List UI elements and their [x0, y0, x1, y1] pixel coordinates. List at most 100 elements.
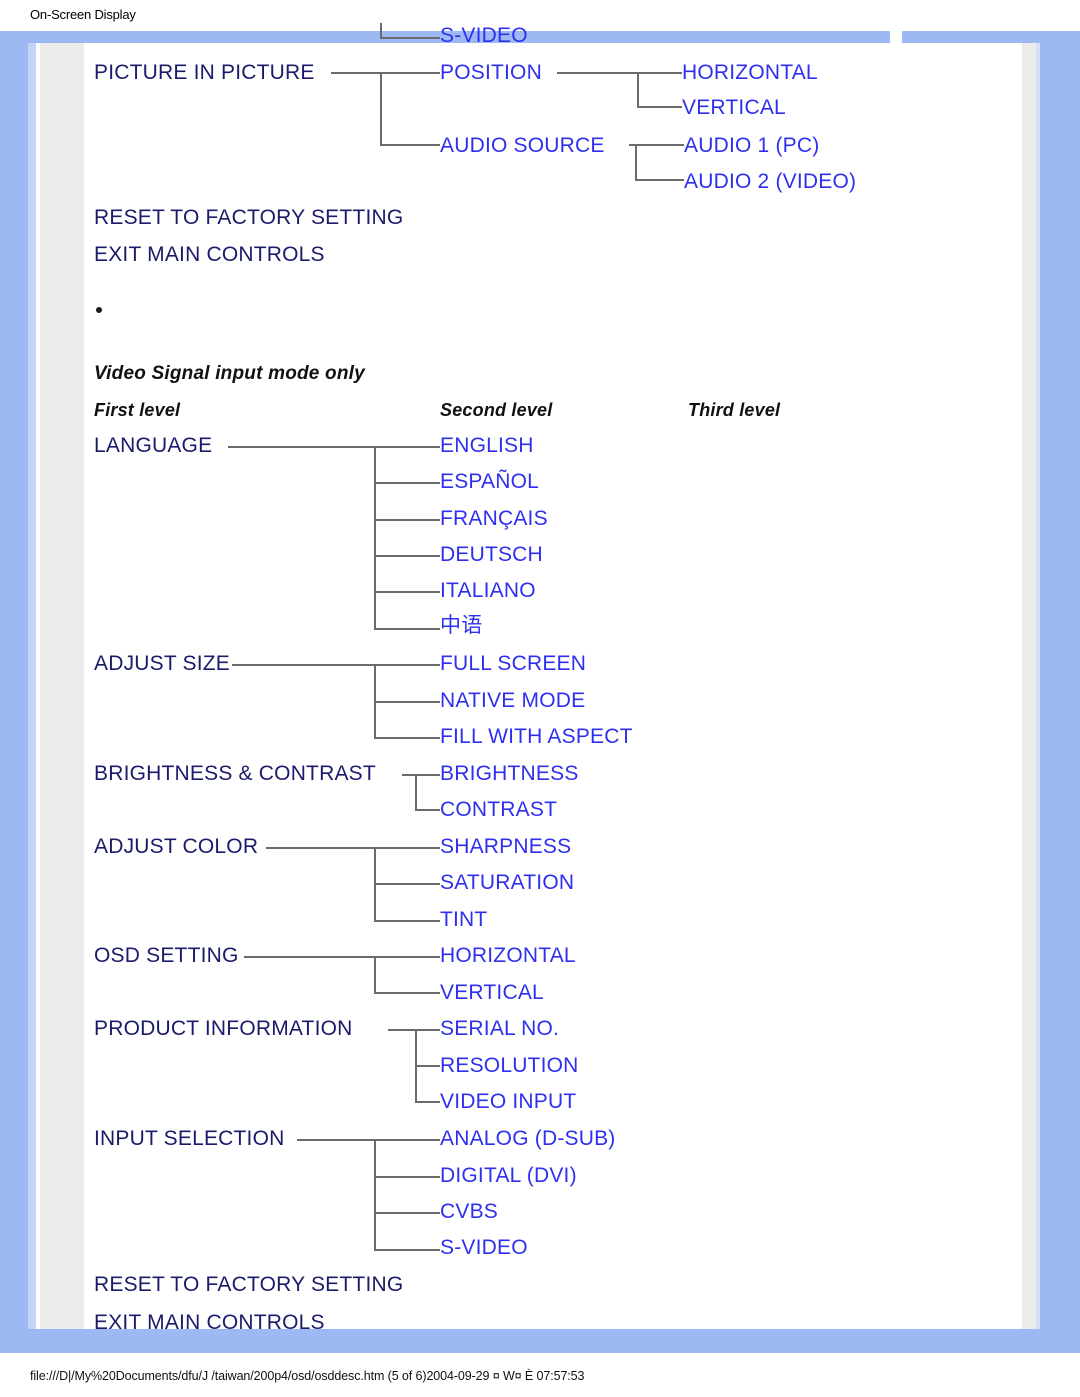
connector-language-francais	[374, 519, 440, 521]
node-fill-with-aspect[interactable]: FILL WITH ASPECT	[440, 726, 633, 747]
connector-language-chinese	[374, 628, 440, 630]
node-s-video-orphan[interactable]: S-VIDEO	[440, 25, 528, 46]
node-francais[interactable]: FRANÇAIS	[440, 508, 548, 529]
connector-language-italiano	[374, 591, 440, 593]
node-digital-dvi[interactable]: DIGITAL (DVI)	[440, 1165, 577, 1186]
node-osd-vertical[interactable]: VERTICAL	[440, 982, 544, 1003]
connector-adjust-size-stem	[232, 664, 374, 666]
node-reset-to-factory-setting-top[interactable]: RESET TO FACTORY SETTING	[94, 207, 403, 228]
node-full-screen[interactable]: FULL SCREEN	[440, 653, 586, 674]
frame-right-highlight	[1036, 43, 1040, 1329]
frame-left-gutter	[40, 43, 84, 1329]
connector-audio-source-stem	[629, 144, 684, 146]
page-title: On-Screen Display	[30, 7, 136, 22]
node-brightness[interactable]: BRIGHTNESS	[440, 763, 579, 784]
node-audio-2-video[interactable]: AUDIO 2 (VIDEO)	[684, 171, 856, 192]
connector-product-info-stem	[388, 1029, 440, 1031]
connector-osd-setting-vertical	[374, 956, 376, 992]
column-header-third-level: Third level	[688, 400, 781, 420]
connector-resolution	[415, 1065, 440, 1067]
column-header-second-level: Second level	[440, 400, 553, 420]
connector-full-screen	[374, 664, 440, 666]
connector-horizontal-pip	[637, 72, 682, 74]
node-brightness-and-contrast[interactable]: BRIGHTNESS & CONTRAST	[94, 763, 376, 784]
connector-position	[380, 72, 440, 74]
osd-menu-diagram: S-VIDEO PICTURE IN PICTURE POSITION HORI…	[84, 23, 1018, 1333]
node-video-input[interactable]: VIDEO INPUT	[440, 1091, 576, 1112]
connector-contrast	[415, 809, 440, 811]
connector-analog-dsub	[374, 1139, 440, 1141]
frame-left-border	[0, 31, 28, 1341]
connector-horizontal-svideo	[380, 37, 440, 39]
node-exit-main-controls-top[interactable]: EXIT MAIN CONTROLS	[94, 244, 325, 265]
node-deutsch[interactable]: DEUTSCH	[440, 544, 543, 565]
connector-s-video	[374, 1249, 440, 1251]
connector-sharpness	[374, 847, 440, 849]
connector-audio-vertical	[635, 144, 637, 180]
node-chinese[interactable]: 中语	[440, 615, 482, 636]
node-s-video[interactable]: S-VIDEO	[440, 1237, 528, 1258]
node-saturation[interactable]: SATURATION	[440, 872, 574, 893]
node-position-horizontal[interactable]: HORIZONTAL	[682, 62, 818, 83]
node-espanol[interactable]: ESPAÑOL	[440, 471, 539, 492]
connector-pip-stem	[331, 72, 380, 74]
node-input-selection[interactable]: INPUT SELECTION	[94, 1128, 284, 1149]
connector-saturation	[374, 883, 440, 885]
connector-audio-2	[635, 179, 684, 181]
node-position-vertical[interactable]: VERTICAL	[682, 97, 786, 118]
frame-top-border	[0, 31, 1080, 43]
connector-input-selection-stem	[297, 1139, 374, 1141]
node-osd-setting[interactable]: OSD SETTING	[94, 945, 239, 966]
connector-adjust-color-stem	[266, 847, 374, 849]
bullet-point	[96, 307, 102, 313]
connector-language-english	[374, 446, 440, 448]
connector-brightness-stem	[402, 774, 440, 776]
connector-vertical-svideo	[380, 23, 382, 37]
connector-language-stem	[228, 446, 374, 448]
connector-audio-source	[380, 144, 440, 146]
node-language[interactable]: LANGUAGE	[94, 435, 212, 456]
frame-top-gap	[890, 31, 902, 43]
node-exit-main-controls-bottom[interactable]: EXIT MAIN CONTROLS	[94, 1312, 325, 1333]
node-sharpness[interactable]: SHARPNESS	[440, 836, 571, 857]
node-position[interactable]: POSITION	[440, 62, 542, 83]
connector-position-stem	[557, 72, 639, 74]
node-product-information[interactable]: PRODUCT INFORMATION	[94, 1018, 353, 1039]
node-native-mode[interactable]: NATIVE MODE	[440, 690, 585, 711]
connector-vertical-pip	[637, 106, 682, 108]
connector-pip-vertical	[380, 72, 382, 145]
connector-language-deutsch	[374, 555, 440, 557]
connector-brightness-vertical	[415, 774, 417, 810]
connector-tint	[374, 920, 440, 922]
node-osd-horizontal[interactable]: HORIZONTAL	[440, 945, 576, 966]
connector-cvbs	[374, 1212, 440, 1214]
connector-language-vertical	[374, 446, 376, 628]
node-reset-to-factory-setting-bottom[interactable]: RESET TO FACTORY SETTING	[94, 1274, 403, 1295]
connector-fill-with-aspect	[374, 737, 440, 739]
connector-osd-horizontal	[374, 956, 440, 958]
node-audio-source[interactable]: AUDIO SOURCE	[440, 135, 605, 156]
node-tint[interactable]: TINT	[440, 909, 487, 930]
connector-language-espanol	[374, 482, 440, 484]
footer-path: file:///D|/My%20Documents/dfu/J /taiwan/…	[30, 1369, 585, 1383]
node-resolution[interactable]: RESOLUTION	[440, 1055, 579, 1076]
node-cvbs[interactable]: CVBS	[440, 1201, 498, 1222]
video-section-title: Video Signal input mode only	[94, 363, 365, 384]
node-adjust-size[interactable]: ADJUST SIZE	[94, 653, 230, 674]
connector-osd-vertical-branch	[374, 992, 440, 994]
node-serial-no[interactable]: SERIAL NO.	[440, 1018, 559, 1039]
connector-digital-dvi	[374, 1176, 440, 1178]
node-italiano[interactable]: ITALIANO	[440, 580, 536, 601]
column-header-first-level: First level	[94, 400, 181, 420]
node-analog-d-sub[interactable]: ANALOG (D-SUB)	[440, 1128, 616, 1149]
node-picture-in-picture[interactable]: PICTURE IN PICTURE	[94, 62, 315, 83]
node-audio-1-pc[interactable]: AUDIO 1 (PC)	[684, 135, 819, 156]
connector-position-vertical	[637, 72, 639, 108]
frame-left-highlight	[28, 43, 36, 1329]
node-adjust-color[interactable]: ADJUST COLOR	[94, 836, 258, 857]
node-english[interactable]: ENGLISH	[440, 435, 534, 456]
connector-video-input	[415, 1101, 440, 1103]
node-contrast[interactable]: CONTRAST	[440, 799, 557, 820]
connector-native-mode	[374, 701, 440, 703]
connector-osd-setting-stem	[244, 956, 374, 958]
